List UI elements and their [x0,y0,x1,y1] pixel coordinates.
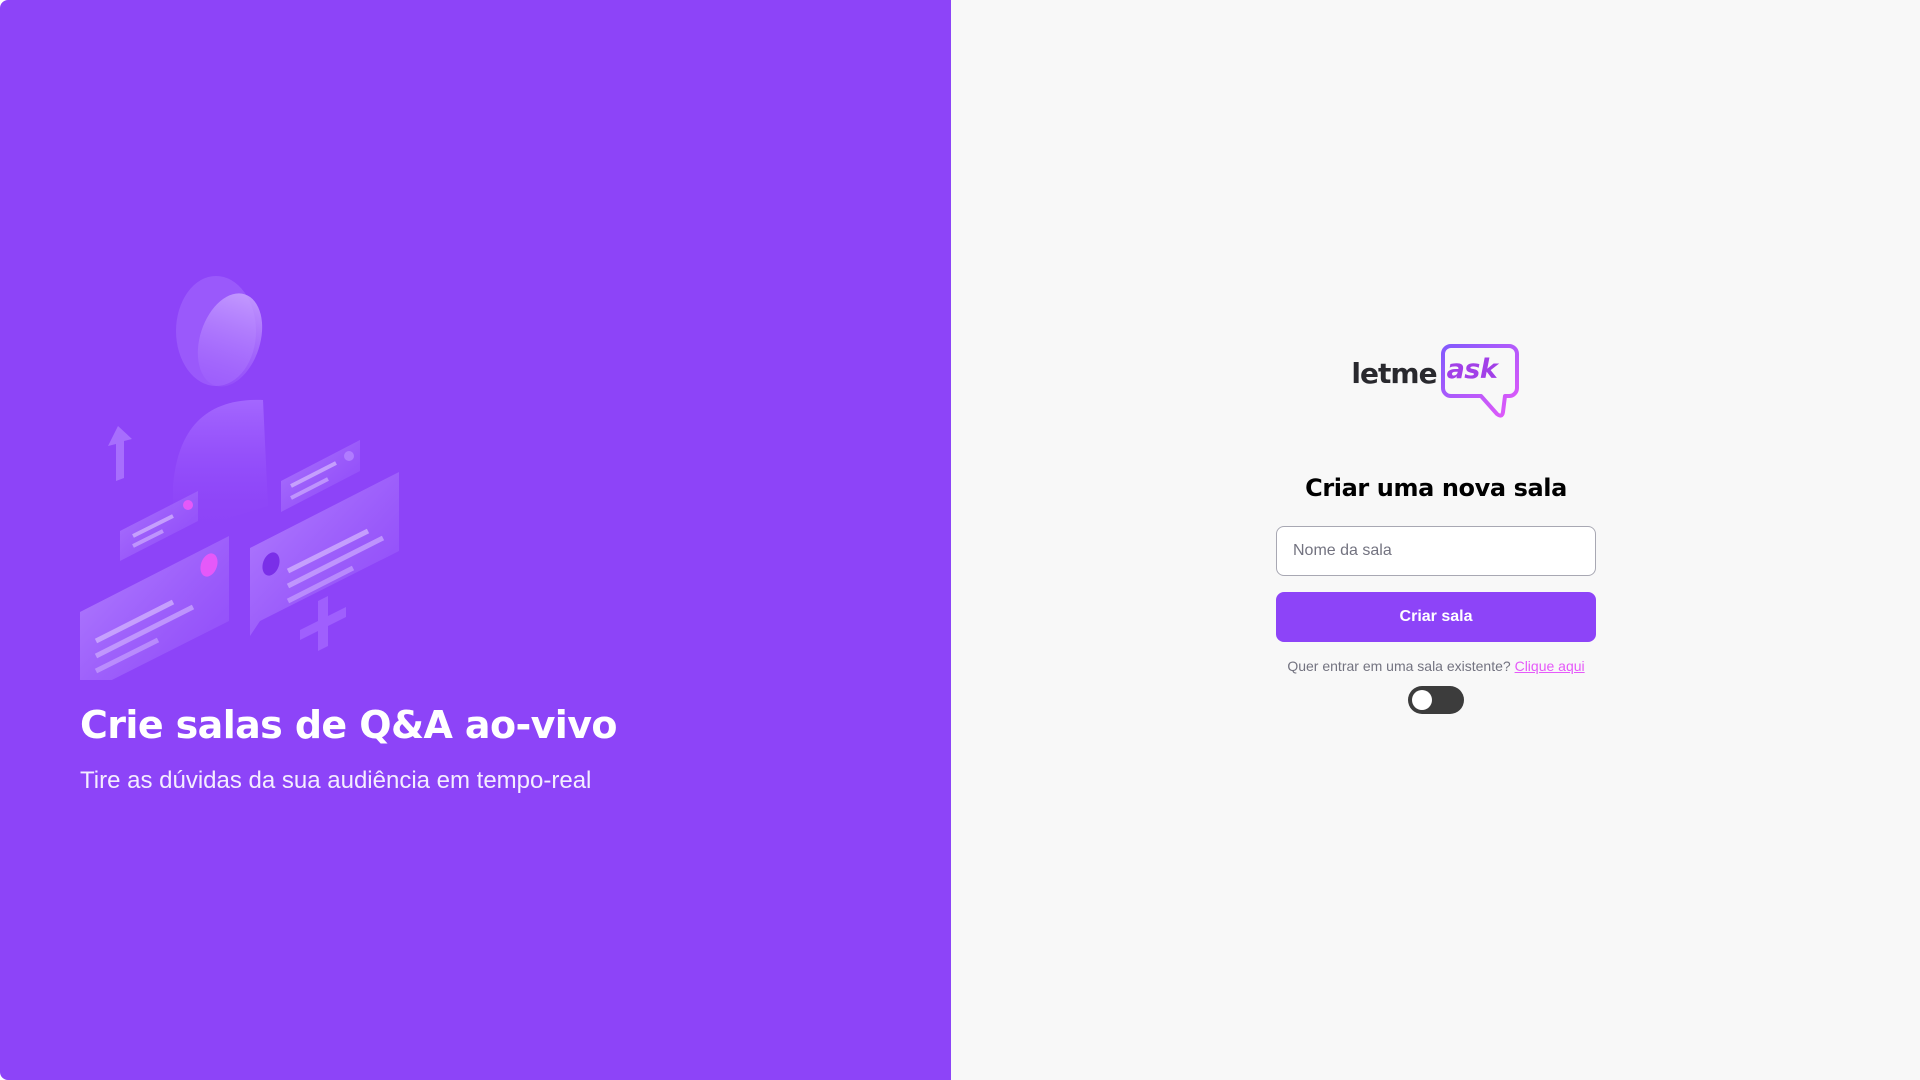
logo-ask-text: ask [1446,354,1498,385]
join-room-hint-text: Quer entrar em uma sala existente? [1287,658,1511,674]
hero-title: Crie salas de Q&A ao-vivo [80,703,618,747]
toggle-switch-icon [1412,690,1432,710]
join-room-hint: Quer entrar em uma sala existente? Cliqu… [1287,658,1584,674]
page: Crie salas de Q&A ao-vivo Tire as dúvida… [0,0,1920,1080]
main-panel: letme ask Criar uma nova sala Nome da sa… [951,0,1920,1080]
room-name-input[interactable] [1276,526,1596,576]
letmeask-logo: letme ask [1351,340,1520,420]
theme-toggle[interactable] [1408,686,1464,714]
hero-panel: Crie salas de Q&A ao-vivo Tire as dúvida… [0,0,951,1080]
logo-letme-text: letme [1351,357,1437,390]
hero-subtitle: Tire as dúvidas da sua audiência em temp… [80,767,592,794]
form-heading: Criar uma nova sala [1305,474,1567,502]
create-room-form: letme ask Criar uma nova sala Nome da sa… [1276,340,1596,714]
create-room-button[interactable]: Criar sala [1276,592,1596,642]
join-room-link[interactable]: Clique aqui [1515,658,1585,674]
illustration-qa-icon [80,276,399,680]
speech-bubble-icon: ask [1439,342,1521,420]
